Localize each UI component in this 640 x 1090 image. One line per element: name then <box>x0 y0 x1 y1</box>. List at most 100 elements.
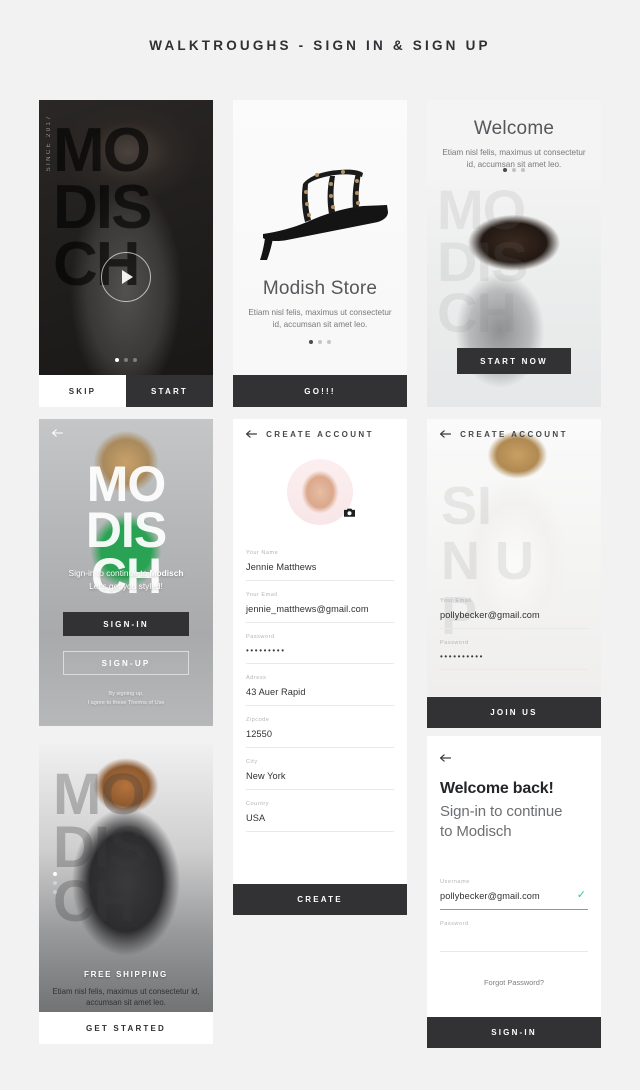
back-arrow-icon[interactable] <box>246 430 257 439</box>
dot-1[interactable] <box>309 340 313 344</box>
go-button[interactable]: GO!!! <box>233 375 407 407</box>
dot-3[interactable] <box>521 168 525 172</box>
field-label: Password <box>440 640 469 646</box>
dot-1[interactable] <box>503 168 507 172</box>
field-value[interactable]: USA <box>246 813 394 823</box>
field-value[interactable]: pollybecker@gmail.com <box>440 891 588 901</box>
field-label: Username <box>440 879 470 885</box>
dot-2[interactable] <box>318 340 322 344</box>
forgot-password-link[interactable]: Forgot Password? <box>440 978 588 987</box>
field-value[interactable]: New York <box>246 771 394 781</box>
field-label: Zipcode <box>246 717 270 723</box>
field-zipcode[interactable]: Zipcode 12550 <box>246 706 394 748</box>
camera-icon[interactable] <box>343 506 356 519</box>
field-value[interactable]: 12550 <box>246 729 394 739</box>
intro-video-screen[interactable]: SINCE 2017 MO DIS CH SKIP START <box>39 100 213 407</box>
welcome-heading: Welcome <box>473 118 555 139</box>
field-your-email[interactable]: Your Email jennie_matthews@gmail.com <box>246 581 394 623</box>
field-label: Country <box>246 801 270 807</box>
pagination-dots[interactable] <box>503 168 525 172</box>
dot-3[interactable] <box>133 358 137 362</box>
get-started-button[interactable]: GET STARTED <box>39 1012 213 1044</box>
dot-3[interactable] <box>53 890 57 894</box>
high-heel-shoe-icon <box>260 169 388 260</box>
field-username[interactable]: Username pollybecker@gmail.com ✓ <box>440 868 588 910</box>
field-value[interactable]: pollybecker@gmail.com <box>440 610 588 620</box>
play-icon[interactable] <box>101 252 151 302</box>
field-value[interactable]: Jennie Matthews <box>246 562 394 572</box>
dot-2[interactable] <box>124 358 128 362</box>
join-us-button[interactable]: JOIN US <box>427 697 601 728</box>
skip-button[interactable]: SKIP <box>39 375 126 407</box>
create-account-full-screen[interactable]: CREATE ACCOUNT Your Name Jennie Matthews <box>233 419 407 914</box>
field-your-name[interactable]: Your Name Jennie Matthews <box>246 539 394 581</box>
field-value[interactable]: jennie_matthews@gmail.com <box>246 604 394 614</box>
form-header: CREATE ACCOUNT <box>427 419 601 449</box>
dot-2[interactable] <box>53 881 57 885</box>
dot-3[interactable] <box>327 340 331 344</box>
signin-button[interactable]: SIGN-IN <box>63 612 189 636</box>
field-adress[interactable]: Adress 43 Auer Rapid <box>246 664 394 706</box>
store-heading: Modish Store <box>262 278 378 299</box>
form-title: CREATE ACCOUNT <box>460 429 568 439</box>
field-city[interactable]: City New York <box>246 748 394 790</box>
create-button[interactable]: CREATE <box>233 884 407 915</box>
dot-1[interactable] <box>115 358 119 362</box>
signin-intro-screen[interactable]: MO DIS CH Sign-in to continue to Modisch… <box>39 419 213 726</box>
signin-copy: Sign-in to continue to Modisch Let's get… <box>39 567 213 592</box>
back-arrow-icon[interactable] <box>440 754 451 763</box>
welcome-back-screen[interactable]: Welcome back! Sign-in to continue to Mod… <box>427 736 601 1017</box>
field-password[interactable]: Password ••••••••• <box>246 623 394 664</box>
terms-notice: By signing up, I agree to these Therms o… <box>39 690 213 708</box>
store-screen[interactable]: Modish Store Etiam nisl felis, maximus u… <box>233 100 407 407</box>
field-value[interactable]: ••••••••• <box>246 646 394 655</box>
terms-line-2[interactable]: I agree to these Therms of Use <box>39 699 213 708</box>
create-account-short-screen[interactable]: SI N U P CREATE ACCOUNT Your Email polly… <box>427 419 601 696</box>
form-fields: Your Email pollybecker@gmail.com Passwor… <box>427 587 601 670</box>
pagination-dots[interactable] <box>309 340 331 344</box>
shipping-body: Etiam nisl felis, maximus ut consectetur… <box>52 987 200 1008</box>
field-label: Adress <box>246 675 267 681</box>
start-button[interactable]: START <box>126 375 213 407</box>
signup-button[interactable]: SIGN-UP <box>63 651 189 675</box>
signin-copy-line-2: Let's get you styled! <box>89 580 163 591</box>
dot-2[interactable] <box>512 168 516 172</box>
page-title: WALKTROUGHS - SIGN IN & SIGN UP <box>149 38 491 53</box>
back-arrow-icon[interactable] <box>440 430 451 439</box>
field-label: City <box>246 759 258 765</box>
shipping-heading: FREE SHIPPING <box>84 970 168 979</box>
subheading-line-2: to Modisch <box>440 822 512 840</box>
welcome-back-heading: Welcome back! <box>440 780 554 797</box>
checkmark-icon: ✓ <box>576 889 586 901</box>
camera-glyph <box>344 508 355 517</box>
field-label: Password <box>440 921 469 927</box>
signin-button[interactable]: SIGN-IN <box>427 1017 601 1048</box>
pagination-dots[interactable] <box>115 358 137 362</box>
welcome-photo-area: MO DIS CH START NOW <box>427 182 601 407</box>
play-triangle <box>122 270 133 284</box>
field-password[interactable]: Password <box>440 910 588 952</box>
signin-copy-brand: Modisch <box>149 568 184 578</box>
back-arrow-icon[interactable] <box>52 429 63 438</box>
store-body: Etiam nisl felis, maximus ut consectetur… <box>248 308 392 329</box>
form-header: CREATE ACCOUNT <box>233 419 407 449</box>
walkthrough-board: WALKTROUGHS - SIGN IN & SIGN UP SINCE 20… <box>0 0 640 1090</box>
field-password[interactable]: Password •••••••••• <box>440 629 588 670</box>
field-country[interactable]: Country USA <box>246 790 394 832</box>
welcome-screen[interactable]: Welcome Etiam nisl felis, maximus ut con… <box>427 100 601 407</box>
field-value[interactable]: •••••••••• <box>440 652 588 661</box>
field-label: Your Name <box>246 550 279 556</box>
field-label: Your Email <box>246 592 278 598</box>
terms-line-1: By signing up, <box>108 691 144 697</box>
welcome-back-subheading: Sign-in to continue to Modisch <box>440 802 588 842</box>
free-shipping-screen[interactable]: MO DIS CH FREE SHIPPING Etiam nisl felis… <box>39 744 213 1044</box>
field-label: Password <box>246 634 275 640</box>
bottom-action-bar: SKIP START <box>39 375 213 407</box>
form-title: CREATE ACCOUNT <box>266 429 374 439</box>
dot-1[interactable] <box>53 872 57 876</box>
field-value[interactable]: 43 Auer Rapid <box>246 687 394 697</box>
pagination-dots[interactable] <box>53 872 57 894</box>
avatar-uploader[interactable] <box>287 459 356 525</box>
field-your-email[interactable]: Your Email pollybecker@gmail.com <box>440 587 588 629</box>
start-now-button[interactable]: START NOW <box>457 348 571 374</box>
